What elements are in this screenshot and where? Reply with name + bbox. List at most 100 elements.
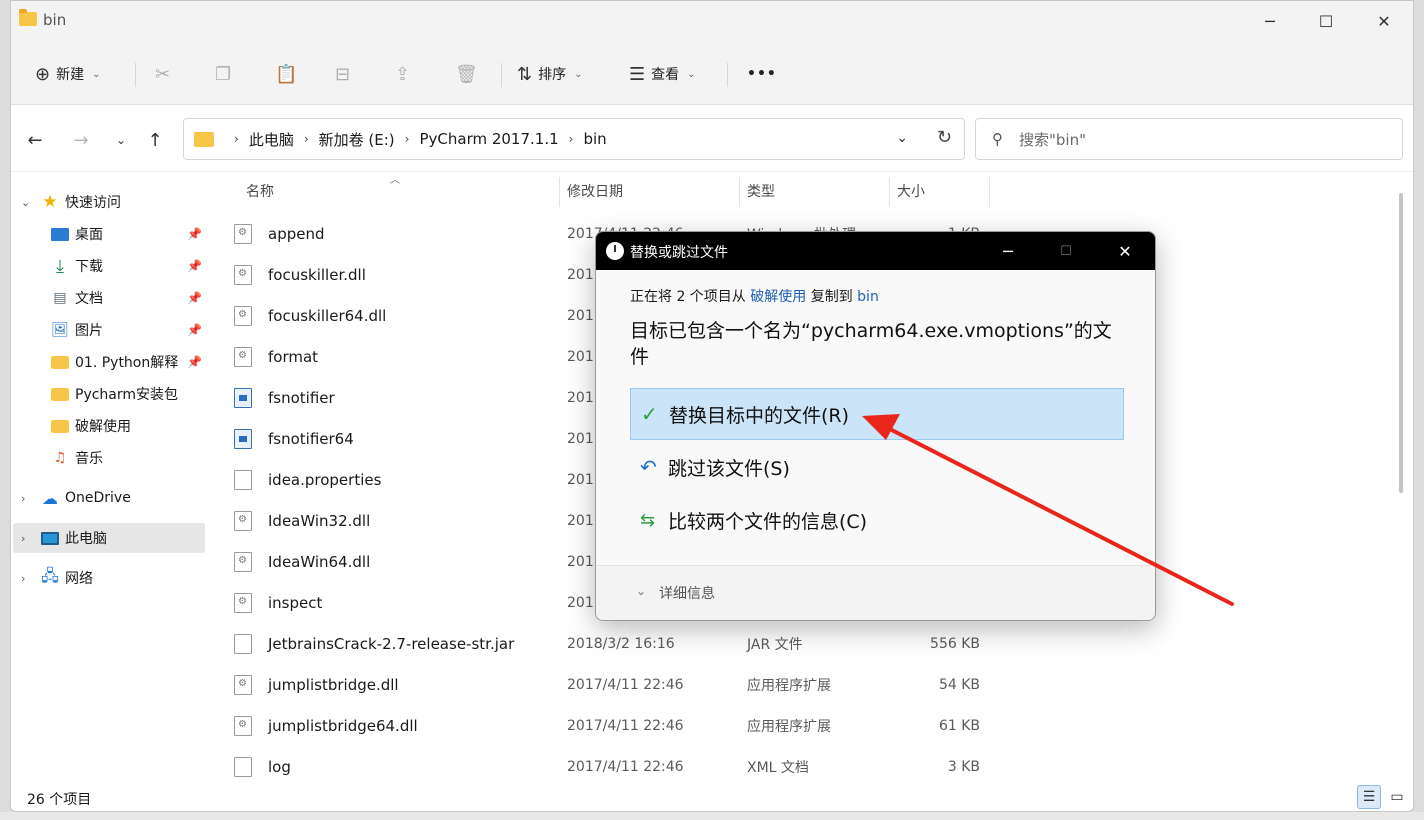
back-button[interactable]: ← xyxy=(21,126,49,154)
pin-icon[interactable]: 📌 xyxy=(187,291,202,305)
more-details-toggle[interactable]: ⌄ 详细信息 xyxy=(596,565,1155,620)
sort-button[interactable]: ⇅ 排序 ⌄ xyxy=(517,59,582,89)
sidebar-item-this-pc[interactable]: › 此电脑 xyxy=(13,523,205,553)
breadcrumb-separator-icon[interactable]: › xyxy=(234,132,239,146)
address-bar[interactable]: › 此电脑 › 新加卷 (E:) › PyCharm 2017.1.1 › bi… xyxy=(183,118,965,160)
chevron-right-icon[interactable]: › xyxy=(21,492,25,505)
dialog-close-button[interactable]: ✕ xyxy=(1105,238,1145,264)
column-header-date[interactable]: 修改日期 xyxy=(567,181,623,207)
sidebar-item-quick-access[interactable]: ⌄ ★ 快速访问 xyxy=(11,187,207,217)
sidebar-item-onedrive[interactable]: › ☁ OneDrive xyxy=(11,483,207,513)
chevron-right-icon[interactable]: › xyxy=(21,572,25,585)
folder-icon xyxy=(194,131,214,147)
status-bar: 26 个项目 ☰ ▭ xyxy=(11,783,1413,811)
column-divider[interactable] xyxy=(739,177,740,207)
replace-option[interactable]: ✓ 替换目标中的文件(R) xyxy=(630,388,1124,440)
view-button[interactable]: ☰ 查看 ⌄ xyxy=(629,59,696,89)
sort-label: 排序 xyxy=(538,67,567,83)
file-icon xyxy=(234,633,252,654)
file-icon xyxy=(234,469,252,490)
up-button[interactable]: ↑ xyxy=(141,126,169,154)
column-header-type[interactable]: 类型 xyxy=(747,181,775,207)
chevron-down-icon[interactable]: ⌄ xyxy=(21,196,30,209)
undo-arrow-icon: ↶ xyxy=(640,455,657,479)
refresh-icon[interactable]: ↻ xyxy=(937,127,952,148)
sidebar-item-desktop[interactable]: 桌面 📌 xyxy=(11,219,207,249)
cut-button[interactable]: ✂ xyxy=(155,59,170,89)
breadcrumb-this-pc[interactable]: 此电脑 xyxy=(249,129,294,150)
sidebar-item-pictures[interactable]: 🖼 图片 📌 xyxy=(11,315,207,345)
column-divider[interactable] xyxy=(559,177,560,207)
file-size: 61 KB xyxy=(938,717,980,734)
column-divider[interactable] xyxy=(989,177,990,207)
file-name: log xyxy=(268,757,291,776)
column-header-size[interactable]: 大小 xyxy=(897,181,925,207)
recent-locations-button[interactable]: ⌄ xyxy=(107,126,135,154)
settings-file-icon xyxy=(234,264,252,285)
destination-folder-link[interactable]: bin xyxy=(857,289,879,305)
search-box[interactable]: ⚲ 搜索"bin" xyxy=(975,118,1403,160)
pin-icon[interactable]: 📌 xyxy=(187,259,202,273)
search-input[interactable]: 搜索"bin" xyxy=(1019,129,1086,150)
list-view-icon: ☰ xyxy=(629,63,646,85)
copy-button[interactable]: ❐ xyxy=(215,59,231,89)
source-folder-link[interactable]: 破解使用 xyxy=(750,289,806,305)
compare-option[interactable]: ⇆ 比较两个文件的信息(C) xyxy=(630,494,1124,546)
sidebar-item-crack[interactable]: 破解使用 xyxy=(11,411,207,441)
table-row[interactable]: JetbrainsCrack-2.7-release-str.jar 2018/3… xyxy=(230,623,990,664)
table-row[interactable]: log 2017/4/11 22:46 XML 文档 3 KB xyxy=(230,746,990,787)
pin-icon[interactable]: 📌 xyxy=(187,355,202,369)
file-name: jumplistbridge.dll xyxy=(268,675,399,694)
sidebar-item-label: 破解使用 xyxy=(75,419,131,435)
maximize-button[interactable]: ☐ xyxy=(1303,7,1349,35)
sidebar-item-documents[interactable]: ▤ 文档 📌 xyxy=(11,283,207,313)
breadcrumb-separator-icon[interactable]: › xyxy=(405,132,410,146)
forward-button[interactable]: → xyxy=(67,126,95,154)
breadcrumb-separator-icon[interactable]: › xyxy=(569,132,574,146)
new-button[interactable]: ⊕ 新建 ⌄ xyxy=(35,59,100,89)
dialog-title: 替换或跳过文件 xyxy=(630,245,728,261)
breadcrumb-drive[interactable]: 新加卷 (E:) xyxy=(319,129,395,150)
sidebar-item-label: 此电脑 xyxy=(65,531,107,547)
chevron-right-icon[interactable]: › xyxy=(21,532,25,545)
table-row[interactable]: jumplistbridge64.dll 2017/4/11 22:46 应用程序扩… xyxy=(230,705,990,746)
music-icon: ♫ xyxy=(53,450,67,466)
view-label: 查看 xyxy=(651,67,680,83)
file-name: focuskiller.dll xyxy=(268,265,366,284)
minimize-button[interactable]: ─ xyxy=(1247,7,1293,35)
skip-option[interactable]: ↶ 跳过该文件(S) xyxy=(630,441,1124,493)
rename-button[interactable]: ⊟ xyxy=(335,59,350,89)
settings-file-icon xyxy=(234,510,252,531)
dialog-minimize-button[interactable]: ─ xyxy=(988,238,1028,264)
sidebar-item-pycharm-installer[interactable]: Pycharm安装包 xyxy=(11,379,207,409)
sidebar-item-python-folder[interactable]: 01. Python解释 📌 xyxy=(11,347,207,377)
delete-button[interactable]: 🗑 xyxy=(455,59,478,89)
sidebar-item-downloads[interactable]: ⤓ 下载 📌 xyxy=(11,251,207,281)
breadcrumb-pycharm[interactable]: PyCharm 2017.1.1 xyxy=(419,130,558,148)
breadcrumb-bin[interactable]: bin xyxy=(583,130,606,148)
file-type: 应用程序扩展 xyxy=(747,677,831,694)
details-view-icon[interactable]: ☰ xyxy=(1357,785,1381,809)
sidebar-item-network[interactable]: › 🖧 网络 xyxy=(11,563,207,593)
column-divider[interactable] xyxy=(889,177,890,207)
sidebar-item-music[interactable]: ♫ 音乐 xyxy=(11,443,207,473)
more-button[interactable]: ••• xyxy=(747,59,777,89)
pin-icon[interactable]: 📌 xyxy=(187,227,202,241)
share-button[interactable]: ⇪ xyxy=(395,59,410,89)
dialog-maximize-button[interactable]: ☐ xyxy=(1046,238,1086,264)
sidebar-item-label: 网络 xyxy=(65,571,93,587)
settings-file-icon xyxy=(234,346,252,367)
vertical-scrollbar[interactable] xyxy=(1399,193,1403,493)
column-header-name[interactable]: 名称 xyxy=(246,181,274,207)
address-dropdown-icon[interactable]: ⌄ xyxy=(896,130,908,146)
pin-icon[interactable]: 📌 xyxy=(187,323,202,337)
copy-mid: 复制到 xyxy=(806,289,858,305)
file-type: XML 文档 xyxy=(747,759,809,776)
breadcrumb-separator-icon[interactable]: › xyxy=(304,132,309,146)
clipboard-icon: 📋 xyxy=(275,63,298,85)
toolbar-divider xyxy=(501,63,502,87)
paste-button[interactable]: 📋 xyxy=(275,59,297,89)
table-row[interactable]: jumplistbridge.dll 2017/4/11 22:46 应用程序扩展 5… xyxy=(230,664,990,705)
tiles-view-icon[interactable]: ▭ xyxy=(1385,785,1409,809)
close-button[interactable]: ✕ xyxy=(1361,7,1407,35)
